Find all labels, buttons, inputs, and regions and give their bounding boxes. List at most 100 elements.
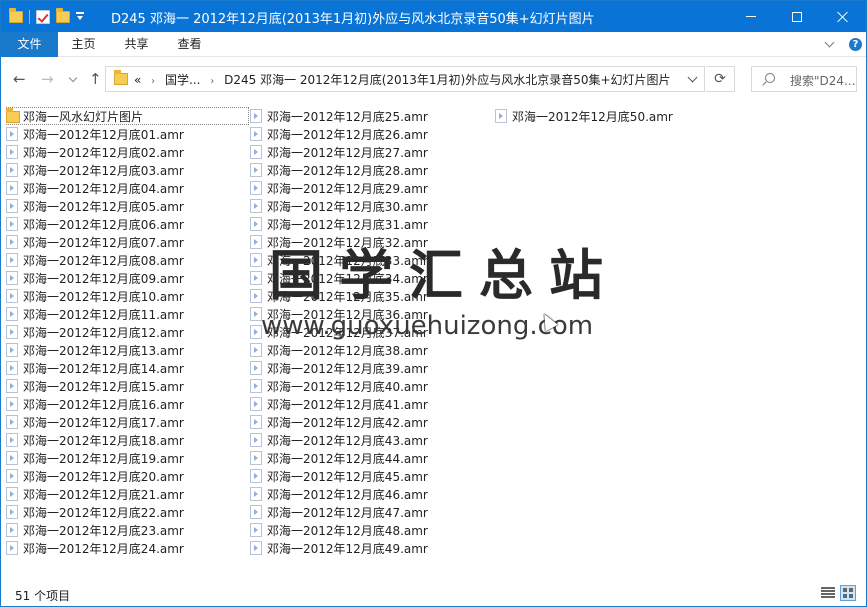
help-icon[interactable]: ? [849, 38, 862, 51]
ribbon-tabs: 文件 主页 共享 查看 ? [1, 32, 866, 57]
file-item[interactable]: 邓海一2012年12月底01.amr [6, 125, 249, 143]
item-label: 邓海一2012年12月底41.amr [267, 397, 428, 412]
file-item[interactable]: 邓海一2012年12月底11.amr [6, 305, 249, 323]
item-label: 邓海一2012年12月底21.amr [23, 487, 184, 502]
file-item[interactable]: 邓海一2012年12月底27.amr [250, 143, 493, 161]
file-item[interactable]: 邓海一2012年12月底16.amr [6, 395, 249, 413]
file-item[interactable]: 邓海一2012年12月底04.amr [6, 179, 249, 197]
file-item[interactable]: 邓海一2012年12月底29.amr [250, 179, 493, 197]
item-label: 邓海一2012年12月底40.amr [267, 379, 428, 394]
file-item[interactable]: 邓海一2012年12月底31.amr [250, 215, 493, 233]
file-item[interactable]: 邓海一2012年12月底46.amr [250, 485, 493, 503]
file-item[interactable]: 邓海一2012年12月底12.amr [6, 323, 249, 341]
item-label: 邓海一2012年12月底15.amr [23, 379, 184, 394]
tab-home[interactable]: 主页 [61, 32, 106, 57]
tab-file[interactable]: 文件 [1, 32, 58, 57]
file-item[interactable]: 邓海一2012年12月底47.amr [250, 503, 493, 521]
file-item[interactable]: 邓海一2012年12月底07.amr [6, 233, 249, 251]
customize-toolbar-icon[interactable] [76, 12, 84, 22]
file-item[interactable]: 邓海一2012年12月底38.amr [250, 341, 493, 359]
file-item[interactable]: 邓海一2012年12月底36.amr [250, 305, 493, 323]
refresh-button[interactable]: ⟳ [706, 66, 735, 92]
file-item[interactable]: 邓海一2012年12月底09.amr [6, 269, 249, 287]
file-item[interactable]: 邓海一2012年12月底19.amr [6, 449, 249, 467]
address-history-icon[interactable] [689, 74, 697, 82]
file-list[interactable]: 邓海一风水幻灯片图片 邓海一2012年12月底01.amr 邓海一2012年12月底… [1, 102, 866, 580]
file-item[interactable]: 邓海一2012年12月底21.amr [6, 485, 249, 503]
up-button[interactable]: ↑ [89, 70, 102, 88]
audio-file-icon [6, 127, 18, 141]
item-label: 邓海一2012年12月底24.amr [23, 541, 184, 556]
audio-file-icon [6, 145, 18, 159]
file-item[interactable]: 邓海一2012年12月底40.amr [250, 377, 493, 395]
file-item[interactable]: 邓海一2012年12月底39.amr [250, 359, 493, 377]
file-item[interactable]: 邓海一2012年12月底17.amr [6, 413, 249, 431]
forward-button[interactable]: → [41, 70, 54, 88]
item-label: 邓海一风水幻灯片图片 [23, 109, 144, 124]
audio-file-icon [6, 415, 18, 429]
item-label: 邓海一2012年12月底18.amr [23, 433, 184, 448]
close-button[interactable] [820, 1, 866, 32]
file-item[interactable]: 邓海一2012年12月底33.amr [250, 251, 493, 269]
address-bar[interactable]: « › 国学... › D245 邓海一 2012年12月底(2013年1月初)… [105, 66, 705, 92]
file-item[interactable]: 邓海一2012年12月底23.amr [6, 521, 249, 539]
folder-icon[interactable] [9, 8, 23, 23]
file-item[interactable]: 邓海一2012年12月底37.amr [250, 323, 493, 341]
item-label: 邓海一2012年12月底19.amr [23, 451, 184, 466]
details-view-icon[interactable] [821, 587, 835, 599]
file-item[interactable]: 邓海一2012年12月底02.amr [6, 143, 249, 161]
file-item[interactable]: 邓海一2012年12月底18.amr [6, 431, 249, 449]
file-item[interactable]: 邓海一2012年12月底03.amr [6, 161, 249, 179]
file-item[interactable]: 邓海一2012年12月底06.amr [6, 215, 249, 233]
breadcrumb-parent[interactable]: 国学... [165, 73, 200, 87]
file-item[interactable]: 邓海一2012年12月底41.amr [250, 395, 493, 413]
minimize-button[interactable] [728, 1, 774, 32]
search-box[interactable]: 搜索"D24... [751, 66, 857, 92]
back-button[interactable]: ← [13, 70, 26, 88]
file-item[interactable]: 邓海一2012年12月底32.amr [250, 233, 493, 251]
maximize-button[interactable] [774, 1, 820, 32]
recent-locations-icon[interactable] [70, 70, 78, 88]
file-item[interactable]: 邓海一2012年12月底22.amr [6, 503, 249, 521]
file-item[interactable]: 邓海一2012年12月底35.amr [250, 287, 493, 305]
file-item[interactable]: 邓海一2012年12月底44.amr [250, 449, 493, 467]
file-item[interactable]: 邓海一2012年12月底13.amr [6, 341, 249, 359]
tab-view[interactable]: 查看 [166, 32, 213, 57]
file-item[interactable]: 邓海一2012年12月底49.amr [250, 539, 493, 557]
file-item[interactable]: 邓海一2012年12月底05.amr [6, 197, 249, 215]
file-item[interactable]: 邓海一2012年12月底25.amr [250, 107, 493, 125]
breadcrumb-current[interactable]: D245 邓海一 2012年12月底(2013年1月初)外应与风水北京录音50集… [224, 73, 670, 87]
properties-icon[interactable] [36, 10, 50, 24]
audio-file-icon [6, 181, 18, 195]
file-item[interactable]: 邓海一2012年12月底14.amr [6, 359, 249, 377]
large-icons-view-icon[interactable] [840, 585, 856, 601]
file-item[interactable]: 邓海一2012年12月底20.amr [6, 467, 249, 485]
file-item[interactable]: 邓海一2012年12月底42.amr [250, 413, 493, 431]
file-item[interactable]: 邓海一2012年12月底50.amr [495, 107, 738, 125]
audio-file-icon [6, 469, 18, 483]
file-item[interactable]: 邓海一2012年12月底30.amr [250, 197, 493, 215]
expand-ribbon-icon[interactable] [825, 39, 835, 49]
audio-file-icon [250, 109, 262, 123]
file-item[interactable]: 邓海一2012年12月底43.amr [250, 431, 493, 449]
file-item[interactable]: 邓海一2012年12月底45.amr [250, 467, 493, 485]
file-item[interactable]: 邓海一2012年12月底10.amr [6, 287, 249, 305]
file-item[interactable]: 邓海一2012年12月底34.amr [250, 269, 493, 287]
audio-file-icon [6, 505, 18, 519]
audio-file-icon [6, 523, 18, 537]
file-item[interactable]: 邓海一2012年12月底26.amr [250, 125, 493, 143]
file-item[interactable]: 邓海一2012年12月底48.amr [250, 521, 493, 539]
folder-icon [114, 70, 128, 85]
item-count: 51 个项目 [15, 589, 71, 603]
item-label: 邓海一2012年12月底38.amr [267, 343, 428, 358]
file-item[interactable]: 邓海一2012年12月底08.amr [6, 251, 249, 269]
folder-item[interactable]: 邓海一风水幻灯片图片 [6, 107, 249, 125]
file-item[interactable]: 邓海一2012年12月底24.amr [6, 539, 249, 557]
file-item[interactable]: 邓海一2012年12月底15.amr [6, 377, 249, 395]
new-folder-icon[interactable] [56, 8, 70, 23]
file-item[interactable]: 邓海一2012年12月底28.amr [250, 161, 493, 179]
item-label: 邓海一2012年12月底17.amr [23, 415, 184, 430]
tab-share[interactable]: 共享 [113, 32, 160, 57]
breadcrumb-overflow[interactable]: « [134, 73, 141, 87]
audio-file-icon [6, 199, 18, 213]
